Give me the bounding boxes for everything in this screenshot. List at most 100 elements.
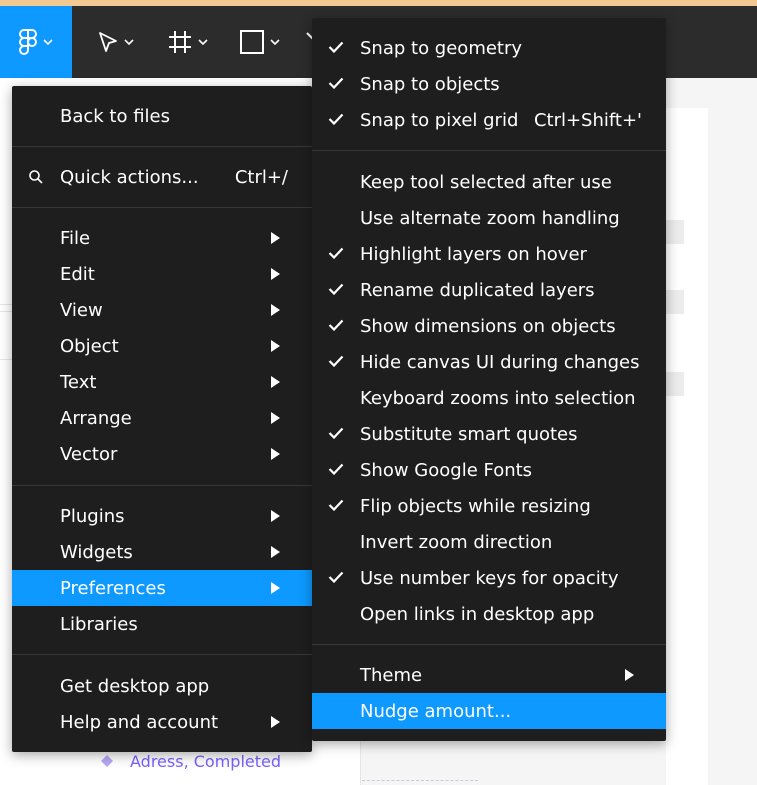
submenu-arrow-icon: [271, 304, 280, 316]
checkmark-icon: [328, 41, 344, 53]
pref-theme[interactable]: Theme: [312, 657, 666, 693]
menu-item-back-to-files[interactable]: Back to files: [12, 98, 312, 134]
menu-item-label: Hide canvas UI during changes: [360, 351, 640, 373]
menu-item-label: Use alternate zoom handling: [360, 207, 620, 229]
move-tool-icon: [99, 32, 117, 52]
pref-show-dimensions[interactable]: Show dimensions on objects: [312, 308, 666, 344]
menu-item-vector[interactable]: Vector: [12, 436, 312, 472]
menu-item-quick-actions[interactable]: Quick actions... Ctrl+/: [12, 159, 312, 195]
menu-item-label: Flip objects while resizing: [360, 495, 591, 517]
menu-item-label: Open links in desktop app: [360, 603, 595, 625]
canvas-field: [666, 220, 684, 244]
pref-open-links-desktop[interactable]: Open links in desktop app: [312, 596, 666, 632]
menu-item-arrange[interactable]: Arrange: [12, 400, 312, 436]
menu-item-label: Text: [60, 371, 97, 393]
submenu-arrow-icon: [271, 716, 280, 728]
menu-item-label: Rename duplicated layers: [360, 279, 595, 301]
pref-invert-zoom[interactable]: Invert zoom direction: [312, 524, 666, 560]
menu-item-preferences[interactable]: Preferences: [12, 570, 312, 606]
pref-keyboard-zooms[interactable]: Keyboard zooms into selection: [312, 380, 666, 416]
menu-item-label: File: [60, 227, 91, 249]
menu-separator: [312, 644, 666, 645]
checkmark-icon: [328, 283, 344, 295]
submenu-arrow-icon: [271, 412, 280, 424]
checkmark-icon: [328, 355, 344, 367]
menu-item-view[interactable]: View: [12, 292, 312, 328]
panel-divider: [0, 359, 12, 360]
menu-item-label: Get desktop app: [60, 675, 210, 697]
menu-item-label: Object: [60, 335, 119, 357]
menu-item-label: Edit: [60, 263, 95, 285]
pref-flip-objects[interactable]: Flip objects while resizing: [312, 488, 666, 524]
shortcut-label: Ctrl+Shift+': [533, 109, 642, 131]
pref-google-fonts[interactable]: Show Google Fonts: [312, 452, 666, 488]
menu-item-label: Invert zoom direction: [360, 531, 553, 553]
menu-item-widgets[interactable]: Widgets: [12, 534, 312, 570]
menu-item-label: Use number keys for opacity: [360, 567, 619, 589]
menu-item-text[interactable]: Text: [12, 364, 312, 400]
submenu-arrow-icon: [271, 340, 280, 352]
frame-tool-icon: [169, 31, 191, 53]
menu-item-label: Preferences: [60, 577, 166, 599]
menu-item-label: Theme: [360, 664, 423, 686]
figma-logo-icon: [19, 29, 37, 55]
chevron-down-icon: [43, 39, 53, 45]
layer-item[interactable]: Adress, Completed: [100, 750, 281, 772]
pref-snap-to-pixel-grid[interactable]: Snap to pixel grid Ctrl+Shift+': [312, 102, 666, 138]
pref-highlight-layers[interactable]: Highlight layers on hover: [312, 236, 666, 272]
checkmark-icon: [328, 427, 344, 439]
menu-item-plugins[interactable]: Plugins: [12, 498, 312, 534]
main-menu: Back to files Quick actions... Ctrl+/ Fi…: [12, 86, 312, 752]
preferences-submenu: Snap to geometry Snap to objects Snap to…: [312, 18, 666, 741]
menu-item-label: Nudge amount...: [360, 700, 512, 722]
checkmark-icon: [328, 247, 344, 259]
menu-item-label: Vector: [60, 443, 118, 465]
pref-alternate-zoom[interactable]: Use alternate zoom handling: [312, 200, 666, 236]
menu-item-label: Widgets: [60, 541, 133, 563]
menu-item-label: View: [60, 299, 103, 321]
submenu-arrow-icon: [271, 510, 280, 522]
menu-item-label: Snap to geometry: [360, 37, 523, 59]
menu-item-label: Libraries: [60, 613, 138, 635]
rectangle-tool-icon: [240, 30, 264, 54]
checkmark-icon: [328, 571, 344, 583]
menu-item-help-and-account[interactable]: Help and account: [12, 704, 312, 740]
pref-number-keys-opacity[interactable]: Use number keys for opacity: [312, 560, 666, 596]
checkmark-icon: [328, 113, 344, 125]
checkmark-icon: [328, 319, 344, 331]
menu-separator: [12, 146, 312, 147]
frame-tool-button[interactable]: [160, 6, 216, 78]
menu-item-label: Quick actions...: [60, 166, 199, 188]
canvas-field: [666, 372, 684, 396]
menu-item-libraries[interactable]: Libraries: [12, 606, 312, 642]
selection-outline: [362, 780, 478, 781]
menu-item-file[interactable]: File: [12, 220, 312, 256]
pref-hide-canvas-ui[interactable]: Hide canvas UI during changes: [312, 344, 666, 380]
checkmark-icon: [328, 77, 344, 89]
search-icon: [29, 170, 43, 184]
menu-item-label: Arrange: [60, 407, 132, 429]
submenu-arrow-icon: [271, 268, 280, 280]
pref-smart-quotes[interactable]: Substitute smart quotes: [312, 416, 666, 452]
menu-item-label: Snap to objects: [360, 73, 500, 95]
shape-tool-button[interactable]: [232, 6, 288, 78]
menu-item-object[interactable]: Object: [12, 328, 312, 364]
menu-item-label: Back to files: [60, 105, 171, 127]
menu-separator: [12, 654, 312, 655]
pref-nudge-amount[interactable]: Nudge amount...: [312, 693, 666, 729]
pref-snap-to-objects[interactable]: Snap to objects: [312, 66, 666, 102]
menu-item-label: Highlight layers on hover: [360, 243, 587, 265]
pref-keep-tool-selected[interactable]: Keep tool selected after use: [312, 164, 666, 200]
menu-item-get-desktop-app[interactable]: Get desktop app: [12, 668, 312, 704]
main-menu-button[interactable]: [0, 6, 72, 78]
checkmark-icon: [328, 499, 344, 511]
pref-rename-duplicated[interactable]: Rename duplicated layers: [312, 272, 666, 308]
pref-snap-to-geometry[interactable]: Snap to geometry: [312, 30, 666, 66]
menu-item-label: Plugins: [60, 505, 125, 527]
submenu-arrow-icon: [271, 546, 280, 558]
canvas-frame[interactable]: [666, 108, 708, 785]
chevron-down-icon: [124, 39, 134, 45]
shortcut-label: Ctrl+/: [234, 166, 288, 188]
move-tool-button[interactable]: [88, 6, 144, 78]
menu-item-edit[interactable]: Edit: [12, 256, 312, 292]
